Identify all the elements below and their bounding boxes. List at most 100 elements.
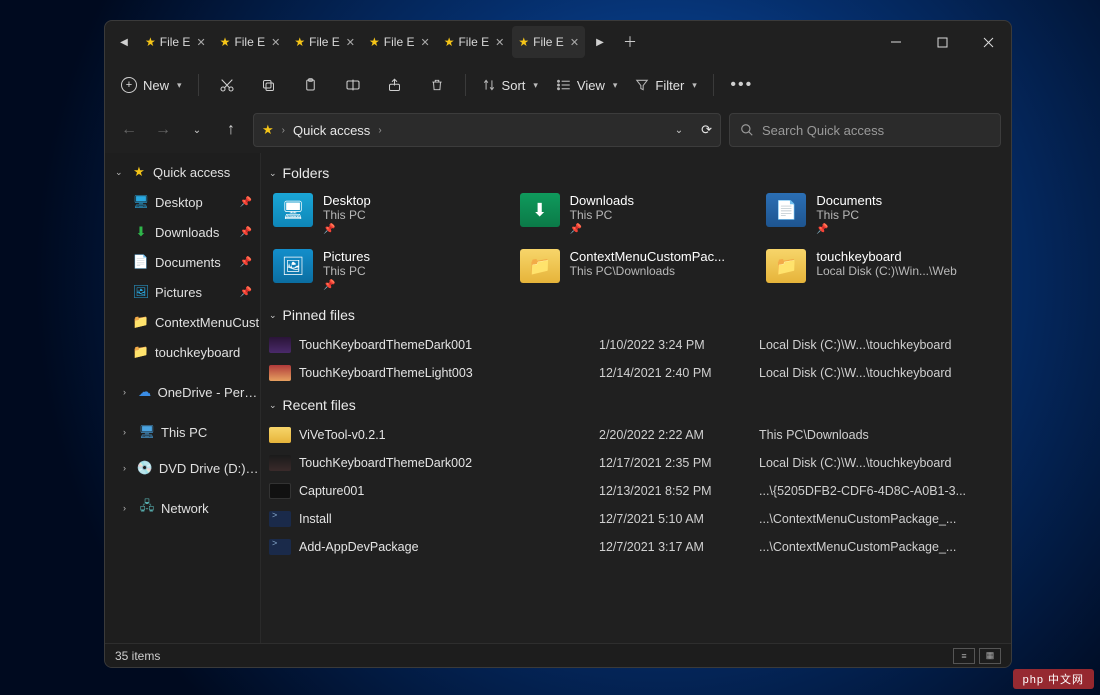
up-button[interactable]: ↑ bbox=[217, 116, 245, 144]
breadcrumb-location[interactable]: Quick access bbox=[293, 123, 370, 138]
tab-close-icon[interactable]: ✕ bbox=[495, 36, 504, 49]
minimize-button[interactable] bbox=[873, 21, 919, 63]
pin-icon: 📌 bbox=[240, 197, 252, 208]
tab-scroll-right[interactable]: ▶ bbox=[587, 28, 613, 56]
delete-button[interactable] bbox=[419, 69, 455, 101]
copy-button[interactable] bbox=[251, 69, 287, 101]
back-button[interactable]: ← bbox=[115, 116, 143, 144]
rename-button[interactable] bbox=[335, 69, 371, 101]
sidebar-network[interactable]: › 🖧 Network bbox=[105, 493, 260, 523]
more-button[interactable]: ••• bbox=[724, 69, 760, 101]
file-row[interactable]: TouchKeyboardThemeLight00312/14/2021 2:4… bbox=[269, 359, 997, 387]
file-row[interactable]: Capture00112/13/2021 8:52 PM...\{5205DFB… bbox=[269, 477, 997, 505]
tab-label: File E bbox=[533, 35, 564, 49]
sidebar-item[interactable]: 🖼Pictures📌 bbox=[105, 277, 260, 307]
desktop-icon: 🖥 bbox=[133, 194, 149, 210]
sort-button[interactable]: Sort ▾ bbox=[476, 78, 544, 93]
tab[interactable]: ★ File E ✕ bbox=[288, 26, 361, 58]
tab[interactable]: ★File E✕ bbox=[214, 26, 287, 58]
file-row[interactable]: TouchKeyboardThemeDark0011/10/2022 3:24 … bbox=[269, 331, 997, 359]
tab-close-icon[interactable]: ✕ bbox=[271, 36, 280, 49]
file-name: Capture001 bbox=[299, 484, 599, 498]
tab[interactable]: ★File E✕ bbox=[363, 26, 436, 58]
folder-card[interactable]: 🖥DesktopThis PC📌 bbox=[269, 189, 504, 239]
folder-subtitle: Local Disk (C:)\Win...\Web bbox=[816, 264, 956, 278]
search-box[interactable]: Search Quick access bbox=[729, 113, 1001, 147]
sidebar-dvd[interactable]: › 💿 DVD Drive (D:) CCCO bbox=[105, 453, 260, 483]
file-row[interactable]: TouchKeyboardThemeDark00212/17/2021 2:35… bbox=[269, 449, 997, 477]
sidebar-item[interactable]: 📄Documents📌 bbox=[105, 247, 260, 277]
tab-label: File E bbox=[309, 35, 340, 49]
recent-locations-button[interactable]: ⌄ bbox=[183, 116, 211, 144]
details-view-button[interactable]: ≡ bbox=[953, 648, 975, 664]
file-name: TouchKeyboardThemeDark001 bbox=[299, 338, 599, 352]
filter-button[interactable]: Filter ▾ bbox=[629, 78, 702, 93]
forward-button[interactable]: → bbox=[149, 116, 177, 144]
folder-card[interactable]: 📁ContextMenuCustomPac...This PC\Download… bbox=[516, 245, 751, 295]
status-bar: 35 items ≡ ▦ bbox=[105, 643, 1011, 667]
watermark: php 中文网 bbox=[1013, 669, 1094, 689]
tab[interactable]: ★File E✕ bbox=[139, 26, 212, 58]
group-label: Recent files bbox=[283, 397, 356, 413]
file-location: ...\ContextMenuCustomPackage_... bbox=[759, 540, 997, 554]
address-dropdown[interactable]: ⌄ bbox=[675, 125, 683, 136]
tab-close-icon[interactable]: ✕ bbox=[346, 36, 355, 49]
sidebar-item-label: touchkeyboard bbox=[155, 345, 240, 360]
file-row[interactable]: Install12/7/2021 5:10 AM...\ContextMenuC… bbox=[269, 505, 997, 533]
folder-card[interactable]: 📁touchkeyboardLocal Disk (C:)\Win...\Web bbox=[762, 245, 997, 295]
new-button[interactable]: + New ▾ bbox=[115, 77, 188, 93]
pin-icon: 📌 bbox=[323, 224, 371, 235]
file-date: 2/20/2022 2:22 AM bbox=[599, 428, 759, 442]
file-name: TouchKeyboardThemeDark002 bbox=[299, 456, 599, 470]
folder-card[interactable]: 📄DocumentsThis PC📌 bbox=[762, 189, 997, 239]
paste-button[interactable] bbox=[293, 69, 329, 101]
folder-icon: 📁 bbox=[133, 344, 149, 360]
network-icon: 🖧 bbox=[139, 497, 155, 519]
folder-card[interactable]: 🖼PicturesThis PC📌 bbox=[269, 245, 504, 295]
refresh-button[interactable]: ⟳ bbox=[701, 122, 712, 138]
group-header-pinned[interactable]: ⌄ Pinned files bbox=[269, 307, 997, 323]
navigation-pane: ⌄ ★ Quick access 🖥Desktop📌⬇Downloads📌📄Do… bbox=[105, 153, 261, 643]
sidebar-quick-access[interactable]: ⌄ ★ Quick access bbox=[105, 157, 260, 187]
address-bar[interactable]: ★ › Quick access › ⌄ ⟳ bbox=[253, 113, 721, 147]
tab-close-icon[interactable]: ✕ bbox=[196, 36, 205, 49]
chevron-down-icon: ⌄ bbox=[269, 400, 277, 411]
file-row[interactable]: ViVeTool-v0.2.12/20/2022 2:22 AMThis PC\… bbox=[269, 421, 997, 449]
sidebar-item[interactable]: 📁ContextMenuCust bbox=[105, 307, 260, 337]
cut-button[interactable] bbox=[209, 69, 245, 101]
view-label: View bbox=[577, 78, 605, 93]
pin-icon: 📌 bbox=[816, 224, 882, 235]
tab-close-icon[interactable]: ✕ bbox=[570, 36, 579, 49]
folder-title: ContextMenuCustomPac... bbox=[570, 249, 725, 264]
view-button[interactable]: View ▾ bbox=[550, 78, 623, 93]
tab[interactable]: ★File E✕ bbox=[512, 26, 585, 58]
group-header-folders[interactable]: ⌄ Folders bbox=[269, 165, 997, 181]
body: ⌄ ★ Quick access 🖥Desktop📌⬇Downloads📌📄Do… bbox=[105, 153, 1011, 643]
sidebar-this-pc[interactable]: › 🖥 This PC bbox=[105, 417, 260, 447]
sidebar-item[interactable]: 🖥Desktop📌 bbox=[105, 187, 260, 217]
tab-close-icon[interactable]: ✕ bbox=[420, 36, 429, 49]
file-row[interactable]: Add-AppDevPackage12/7/2021 3:17 AM...\Co… bbox=[269, 533, 997, 561]
sidebar-item[interactable]: ⬇Downloads📌 bbox=[105, 217, 260, 247]
group-header-recent[interactable]: ⌄ Recent files bbox=[269, 397, 997, 413]
folder-card[interactable]: ⬇DownloadsThis PC📌 bbox=[516, 189, 751, 239]
tab-scroll-left[interactable]: ◀ bbox=[111, 28, 137, 56]
folder-title: Desktop bbox=[323, 193, 371, 208]
star-icon: ★ bbox=[294, 35, 305, 49]
close-button[interactable] bbox=[965, 21, 1011, 63]
tab[interactable]: ★File E✕ bbox=[438, 26, 511, 58]
monitor-icon: 🖥 bbox=[139, 424, 155, 440]
new-tab-button[interactable]: ＋ bbox=[615, 32, 645, 52]
star-icon: ★ bbox=[444, 35, 455, 49]
large-icons-view-button[interactable]: ▦ bbox=[979, 648, 1001, 664]
file-location: Local Disk (C:)\W...\touchkeyboard bbox=[759, 366, 997, 380]
star-icon: ★ bbox=[220, 35, 231, 49]
sidebar-onedrive[interactable]: › ☁ OneDrive - Personal bbox=[105, 377, 260, 407]
file-thumb bbox=[269, 483, 291, 499]
folder-icon: 📁 bbox=[766, 249, 806, 283]
share-button[interactable] bbox=[377, 69, 413, 101]
documents-icon: 📄 bbox=[133, 254, 149, 270]
folder-title: Downloads bbox=[570, 193, 634, 208]
sidebar-item[interactable]: 📁 touchkeyboard bbox=[105, 337, 260, 367]
maximize-button[interactable] bbox=[919, 21, 965, 63]
